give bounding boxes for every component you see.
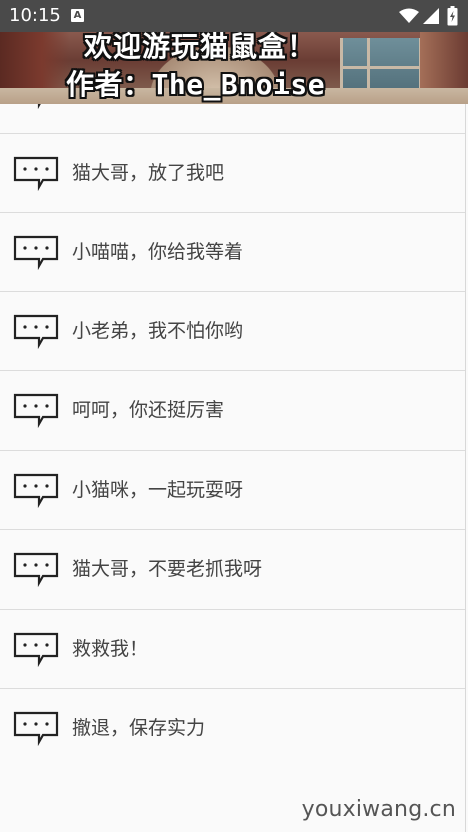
chat-bubble-icon: [13, 632, 59, 668]
list-item[interactable]: 小猫咪，一起玩耍呀: [0, 450, 465, 529]
list-item[interactable]: 救救我！: [0, 609, 465, 688]
chat-bubble-icon: [13, 235, 59, 271]
list-item-label: 撤退，保存实力: [72, 717, 206, 739]
signal-icon: [423, 8, 439, 24]
list-item-label: 猫大哥，不要老抓我呀: [72, 558, 263, 580]
list-item-label: 小老弟，我不怕你哟: [72, 320, 244, 342]
screen: 10:15 A 欢迎游玩猫鼠盒！ 作者：The_Bnoise 猫大哥，放了我吧 …: [0, 0, 468, 832]
list-item-label: 小喵喵，你给我等着: [72, 241, 244, 263]
list-item[interactable]: 小喵喵，你给我等着: [0, 212, 465, 291]
chat-bubble-icon: [13, 314, 59, 350]
chat-bubble-icon: [37, 104, 41, 110]
list-item-label: 猫大哥，放了我吧: [72, 162, 225, 184]
list-item-partial[interactable]: [0, 104, 465, 134]
scroll-indicator: [465, 134, 466, 148]
chat-bubble-icon: [13, 393, 59, 429]
list-item[interactable]: 猫大哥，不要老抓我呀: [0, 529, 465, 608]
chat-bubble-icon: [13, 552, 59, 588]
scroll-indicator: [465, 426, 466, 440]
list-item[interactable]: 撤退，保存实力: [0, 688, 465, 767]
banner-welcome-text: 欢迎游玩猫鼠盒！: [84, 32, 317, 63]
list-item[interactable]: 呵呵，你还挺厉害: [0, 370, 465, 449]
chat-bubble-icon: [13, 473, 59, 509]
chat-bubble-icon: [13, 711, 59, 747]
status-time: 10:15: [9, 5, 61, 26]
battery-icon: [447, 6, 458, 26]
list-item[interactable]: 小老弟，我不怕你哟: [0, 291, 465, 370]
status-bar: 10:15 A: [0, 0, 468, 32]
welcome-banner: 欢迎游玩猫鼠盒！ 作者：The_Bnoise: [0, 32, 468, 104]
list-item[interactable]: 猫大哥，放了我吧: [0, 133, 465, 212]
phrase-list[interactable]: 猫大哥，放了我吧 小喵喵，你给我等着 小老弟，我不怕你哟 呵呵，你还挺厉害 小猫…: [0, 104, 466, 832]
list-item-label: 小猫咪，一起玩耍呀: [72, 479, 244, 501]
a-notification-icon: A: [71, 9, 84, 22]
wifi-icon: [399, 8, 419, 23]
list-item-label: 呵呵，你还挺厉害: [72, 399, 225, 421]
banner-author-text: 作者：The_Bnoise: [66, 68, 326, 101]
watermark: youxiwang.cn: [301, 797, 456, 822]
chat-bubble-icon: [13, 156, 59, 192]
list-item-label: 救救我！: [72, 638, 149, 660]
